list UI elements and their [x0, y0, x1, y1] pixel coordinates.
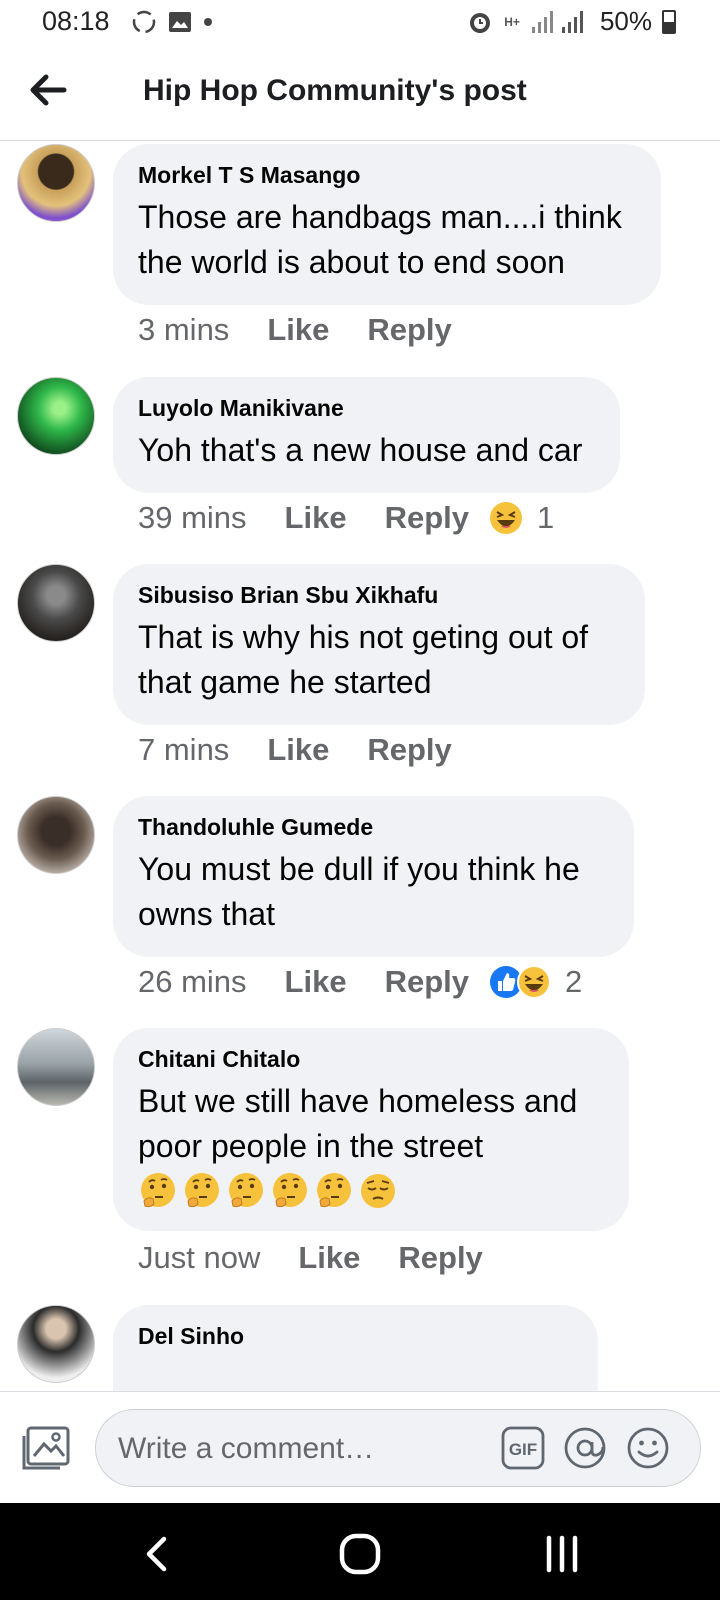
comment-text: Yoh that's a new house and car — [138, 432, 583, 468]
gif-icon[interactable]: GIF — [500, 1425, 546, 1471]
dot-icon — [204, 18, 212, 26]
thinking-face-icon — [273, 1173, 307, 1208]
comment-time: 26 mins — [138, 964, 247, 999]
comment-text: But we still have homeless and — [138, 1083, 578, 1119]
reactions-summary[interactable]: 1 — [489, 500, 554, 536]
comment-input[interactable] — [116, 1410, 480, 1487]
reply-button[interactable]: Reply — [385, 964, 469, 1000]
comment-bubble[interactable]: Del Sinho — [113, 1305, 598, 1391]
comment-emojis — [138, 1171, 603, 1211]
back-arrow-icon[interactable] — [26, 68, 70, 112]
reply-button[interactable]: Reply — [398, 1240, 482, 1276]
reply-button[interactable]: Reply — [367, 312, 451, 348]
battery-icon — [662, 9, 676, 34]
reply-button[interactable]: Reply — [367, 732, 451, 768]
comment-meta: Just now Like Reply — [138, 1240, 483, 1276]
comment-author[interactable]: Del Sinho — [138, 1323, 572, 1350]
reactions-summary[interactable]: 2 — [489, 964, 582, 1000]
like-button[interactable]: Like — [267, 312, 329, 348]
header: Hip Hop Community's post — [0, 46, 720, 141]
comment-bubble[interactable]: Sibusiso Brian Sbu Xikhafu That is why h… — [113, 564, 645, 725]
comment-text: poor people in the street — [138, 1128, 484, 1164]
photo-attach-icon[interactable] — [20, 1424, 72, 1472]
comment-bubble[interactable]: Thandoluhle Gumede You must be dull if y… — [113, 796, 634, 957]
network-type: H+ — [504, 14, 520, 29]
system-nav-bar — [0, 1503, 720, 1600]
avatar[interactable] — [17, 796, 95, 874]
reply-button[interactable]: Reply — [385, 500, 469, 536]
comment-text: the world is about to end soon — [138, 244, 565, 280]
comment-author[interactable]: Sibusiso Brian Sbu Xikhafu — [138, 582, 619, 609]
alarm-icon — [470, 12, 491, 33]
like-button[interactable]: Like — [285, 500, 347, 536]
mention-icon[interactable] — [562, 1425, 608, 1471]
comment-text: You must be dull if you think he — [138, 851, 580, 887]
reaction-count: 1 — [537, 500, 555, 535]
avatar[interactable] — [17, 564, 95, 642]
sync-icon — [132, 10, 156, 34]
page-title: Hip Hop Community's post — [143, 74, 527, 107]
avatar[interactable] — [17, 144, 95, 222]
comment-author[interactable]: Luyolo Manikivane — [138, 395, 594, 422]
reaction-count: 2 — [565, 964, 583, 999]
thinking-face-icon — [229, 1173, 263, 1208]
status-bar: 08:18 H+ 50% — [0, 0, 720, 46]
avatar[interactable] — [17, 1028, 95, 1106]
comment-meta: 26 mins Like Reply 2 — [138, 964, 582, 1000]
avatar[interactable] — [17, 1305, 95, 1383]
laughing-emoji-icon — [490, 502, 522, 534]
battery-percent: 50% — [599, 6, 652, 36]
gallery-icon — [169, 12, 191, 32]
comment-bubble[interactable]: Chitani Chitalo But we still have homele… — [113, 1028, 629, 1231]
emoji-icon[interactable] — [625, 1425, 671, 1471]
comment-text: That is why his not geting out of — [138, 619, 589, 655]
comment-time: Just now — [138, 1240, 261, 1275]
like-button[interactable]: Like — [267, 732, 329, 768]
nav-home-icon[interactable] — [335, 1529, 385, 1579]
comment-author[interactable]: Chitani Chitalo — [138, 1046, 603, 1073]
avatar[interactable] — [17, 377, 95, 455]
like-button[interactable]: Like — [285, 964, 347, 1000]
comment-time: 3 mins — [138, 312, 230, 347]
thinking-face-icon — [185, 1173, 219, 1208]
comment-meta: 3 mins Like Reply — [138, 312, 452, 348]
gif-label: GIF — [509, 1440, 537, 1459]
thinking-face-icon — [141, 1173, 175, 1208]
comment-input-container: GIF — [95, 1409, 701, 1487]
comment-time: 7 mins — [138, 732, 230, 767]
comment-time: 39 mins — [138, 500, 247, 535]
comment-text: Those are handbags man....i think — [138, 199, 622, 235]
nav-recents-icon[interactable] — [537, 1529, 587, 1579]
pensive-face-icon — [361, 1174, 395, 1208]
comment-composer: GIF — [0, 1391, 720, 1504]
thinking-face-icon — [317, 1173, 351, 1208]
comment-author[interactable]: Morkel T S Masango — [138, 162, 635, 189]
comment-text: that game he started — [138, 664, 432, 700]
comment-meta: 39 mins Like Reply 1 — [138, 500, 554, 536]
comment-text: owns that — [138, 896, 275, 932]
comment-author[interactable]: Thandoluhle Gumede — [138, 814, 608, 841]
comment-bubble[interactable]: Morkel T S Masango Those are handbags ma… — [113, 144, 661, 305]
comments-list[interactable]: Morkel T S Masango Those are handbags ma… — [0, 141, 720, 1391]
comment-bubble[interactable]: Luyolo Manikivane Yoh that's a new house… — [113, 377, 620, 493]
status-time: 08:18 — [42, 6, 110, 36]
comment-meta: 7 mins Like Reply — [138, 732, 452, 768]
nav-back-icon[interactable] — [132, 1529, 182, 1579]
laughing-emoji-icon — [517, 965, 551, 999]
signal-icon — [531, 10, 583, 33]
like-button[interactable]: Like — [298, 1240, 360, 1276]
